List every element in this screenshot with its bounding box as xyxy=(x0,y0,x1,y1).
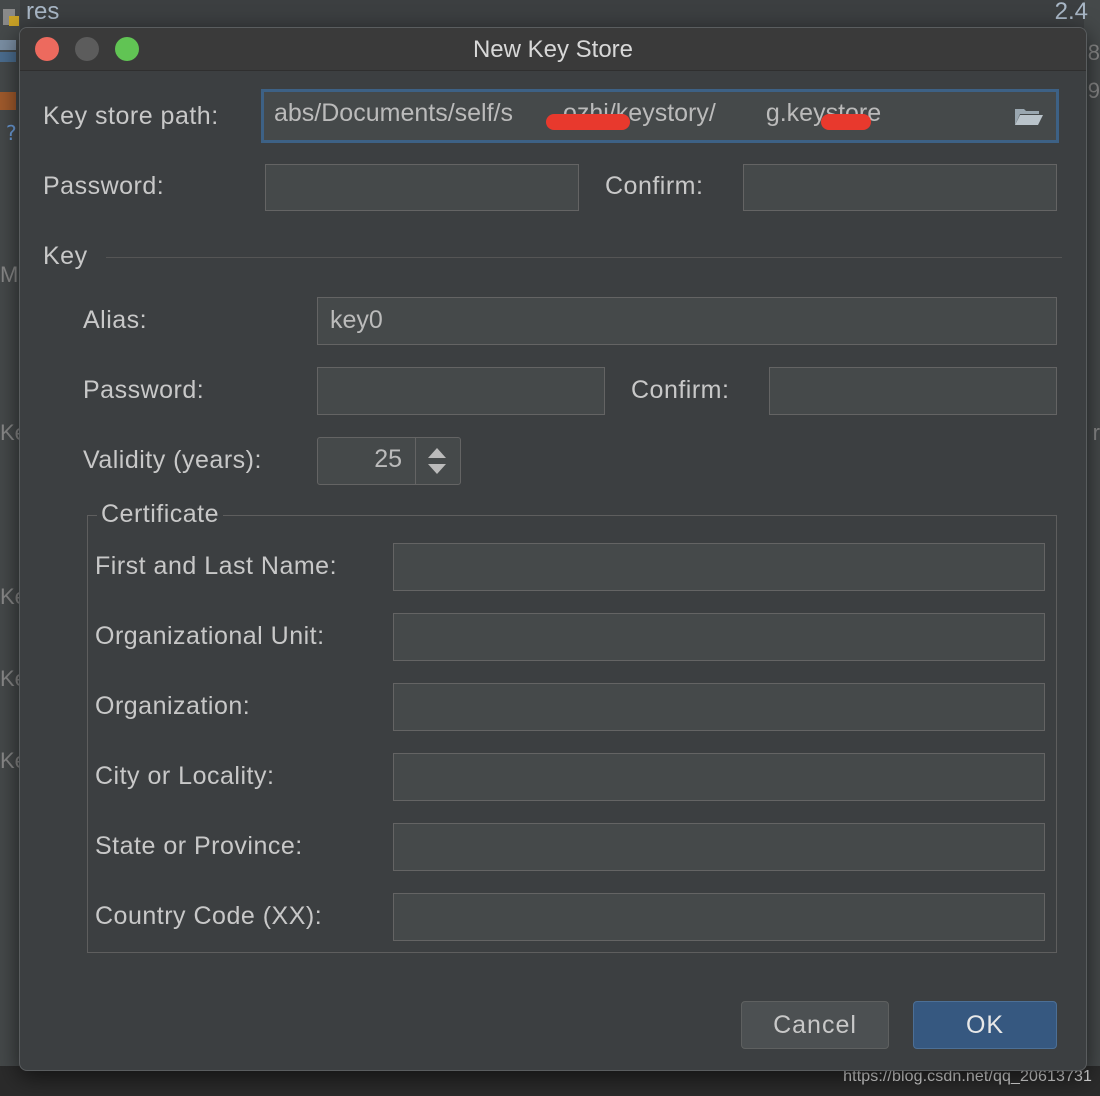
key-section-label: Key xyxy=(43,242,88,270)
new-key-store-dialog: New Key Store Key store path: abs/Docume… xyxy=(19,27,1087,1071)
certificate-group-title: Certificate xyxy=(97,500,224,529)
validity-spinner[interactable]: 25 xyxy=(317,437,461,485)
validity-value: 25 xyxy=(374,445,402,473)
state-province-field[interactable] xyxy=(393,823,1045,871)
keystore-confirm-label: Confirm: xyxy=(605,172,704,200)
key-store-path-label: Key store path: xyxy=(43,102,219,130)
organization-field[interactable] xyxy=(393,683,1045,731)
ide-left-panel xyxy=(0,0,20,1096)
file-icon xyxy=(3,9,19,26)
state-province-label: State or Province: xyxy=(95,832,303,860)
keystore-confirm-field[interactable] xyxy=(743,164,1057,211)
organizational-unit-field[interactable] xyxy=(393,613,1045,661)
decrement-arrow-icon[interactable] xyxy=(428,464,446,474)
binary-file-icon xyxy=(0,40,16,62)
keystore-password-field[interactable] xyxy=(265,164,579,211)
ok-button[interactable]: OK xyxy=(913,1001,1057,1049)
key-password-label: Password: xyxy=(83,376,205,404)
alias-label: Alias: xyxy=(83,306,148,334)
cancel-button[interactable]: Cancel xyxy=(741,1001,889,1049)
keystore-password-label: Password: xyxy=(43,172,165,200)
alias-value: key0 xyxy=(330,306,383,334)
redaction-mark xyxy=(821,114,871,130)
first-last-name-label: First and Last Name: xyxy=(95,552,338,580)
alias-field[interactable]: key0 xyxy=(317,297,1057,345)
increment-arrow-icon[interactable] xyxy=(428,448,446,458)
key-password-field[interactable] xyxy=(317,367,605,415)
organization-label: Organization: xyxy=(95,692,251,720)
country-code-label: Country Code (XX): xyxy=(95,902,323,930)
ide-left-fragment: M xyxy=(0,262,19,287)
city-locality-field[interactable] xyxy=(393,753,1045,801)
svg-text:?: ? xyxy=(6,121,17,144)
ide-tree-item-res[interactable]: res xyxy=(26,0,59,26)
run-config-icon xyxy=(0,92,16,110)
key-confirm-field[interactable] xyxy=(769,367,1057,415)
ide-right-fragment: 8 xyxy=(1087,40,1100,65)
key-confirm-label: Confirm: xyxy=(631,376,730,404)
title-bar: New Key Store xyxy=(20,28,1086,71)
organizational-unit-label: Organizational Unit: xyxy=(95,622,325,650)
ide-version-text: 2.4 xyxy=(1054,0,1088,25)
folder-open-icon[interactable] xyxy=(1014,106,1044,126)
city-locality-label: City or Locality: xyxy=(95,762,275,790)
spinner-arrows-icon[interactable] xyxy=(415,438,460,484)
ide-right-fragment: r xyxy=(1092,420,1100,445)
key-store-path-field[interactable]: abs/Documents/self/s ozhi/keystory/ g.ke… xyxy=(261,89,1059,143)
key-section-divider xyxy=(106,257,1062,258)
validity-label: Validity (years): xyxy=(83,446,262,474)
redaction-mark xyxy=(546,114,630,130)
first-last-name-field[interactable] xyxy=(393,543,1045,591)
dialog-title: New Key Store xyxy=(472,36,634,63)
ide-right-fragment: 9 xyxy=(1087,78,1100,103)
country-code-field[interactable] xyxy=(393,893,1045,941)
help-icon: ? xyxy=(6,121,17,144)
